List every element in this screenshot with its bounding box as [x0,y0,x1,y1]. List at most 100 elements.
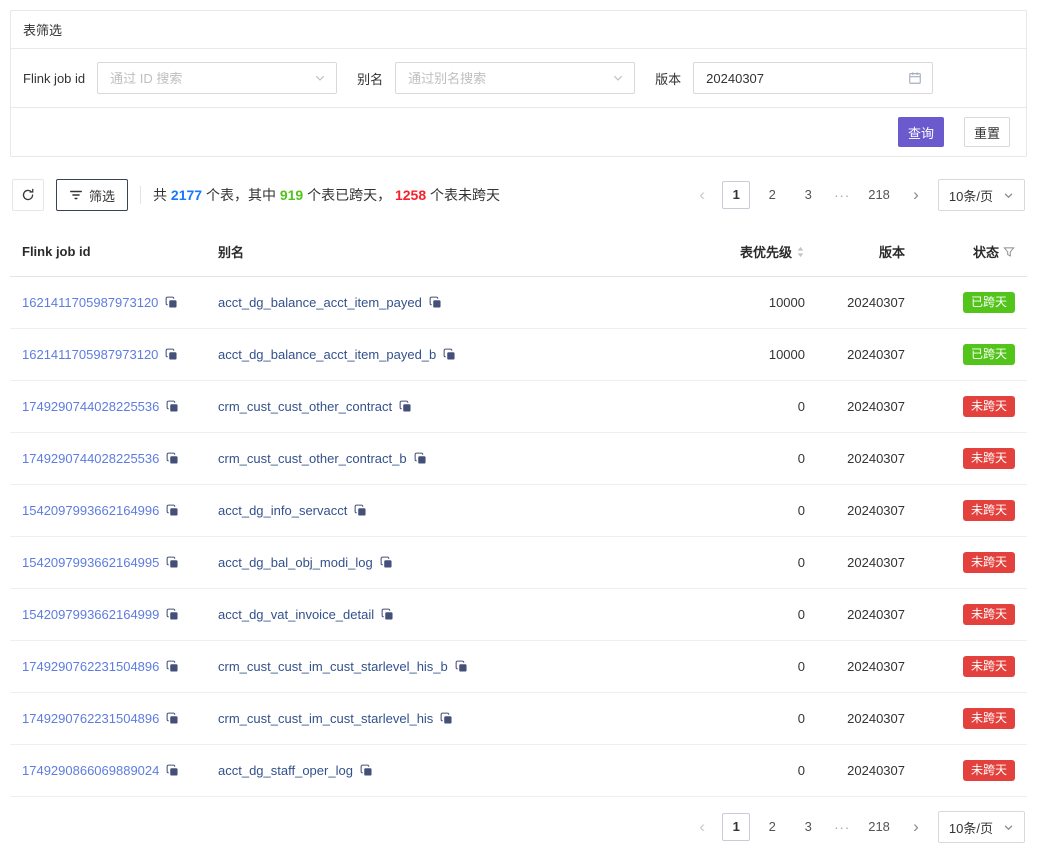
page-size-select[interactable]: 10条/页 [938,179,1025,211]
table-body: 1621411705987973120 acct_dg_balance_acct… [10,277,1027,797]
filter-toggle-button[interactable]: 筛选 [56,179,128,211]
copy-icon[interactable] [166,452,179,465]
flink-job-id-link[interactable]: 1542097993662164995 [22,555,159,570]
filter-actions: 查询 重置 [11,108,1026,156]
status-badge: 未跨天 [963,396,1015,417]
priority-cell: 10000 [707,329,817,381]
alias-link[interactable]: crm_cust_cust_other_contract [218,399,392,414]
copy-icon[interactable] [443,348,456,361]
alias-link[interactable]: crm_cust_cust_im_cust_starlevel_his [218,711,433,726]
pagination-page-3[interactable]: 3 [794,181,822,209]
status-badge: 已跨天 [963,344,1015,365]
summary-text: 共 2177 个表，其中 919 个表已跨天， 1258 个表未跨天 [153,185,500,205]
table-row: 1621411705987973120 acct_dg_balance_acct… [10,329,1027,381]
flink-job-id-link[interactable]: 1749290866069889024 [22,763,159,778]
table-row: 1621411705987973120 acct_dg_balance_acct… [10,277,1027,329]
version-cell: 20240307 [817,641,917,693]
copy-icon[interactable] [440,712,453,725]
pagination-page-2[interactable]: 2 [758,813,786,841]
crossed-count: 919 [280,187,303,203]
copy-icon[interactable] [414,452,427,465]
flink-job-id-link[interactable]: 1621411705987973120 [22,347,158,362]
total-count: 2177 [171,187,202,203]
alias-link[interactable]: acct_dg_balance_acct_item_payed_b [218,347,436,362]
alias-select[interactable] [395,62,635,94]
copy-icon[interactable] [166,400,179,413]
alias-link[interactable]: acct_dg_balance_acct_item_payed [218,295,422,310]
version-cell: 20240307 [817,537,917,589]
query-button[interactable]: 查询 [898,117,944,147]
priority-cell: 0 [707,641,817,693]
column-header-priority[interactable]: 表优先级 [707,227,817,277]
pagination-pages: 123 ··· 218 [722,181,896,209]
pagination-pages: 123 ··· 218 [722,813,896,841]
copy-icon[interactable] [166,660,179,673]
sort-icon[interactable] [796,245,805,259]
status-badge: 未跨天 [963,604,1015,625]
alias-link[interactable]: crm_cust_cust_im_cust_starlevel_his_b [218,659,448,674]
filter-card-title: 表筛选 [11,11,1026,49]
copy-icon[interactable] [166,504,179,517]
copy-icon[interactable] [166,764,179,777]
version-date-input[interactable] [704,70,908,87]
copy-icon[interactable] [166,712,179,725]
copy-icon[interactable] [166,556,179,569]
flink-job-id-link[interactable]: 1621411705987973120 [22,295,158,310]
pagination-page-3[interactable]: 3 [794,813,822,841]
funnel-filter-icon[interactable] [1003,246,1015,258]
prev-page-icon[interactable]: ‹ [690,813,714,841]
chevron-down-icon [1003,822,1014,833]
version-date-picker[interactable] [693,62,933,94]
copy-icon[interactable] [166,608,179,621]
column-header-flink-job-id: Flink job id [10,227,206,277]
copy-icon[interactable] [360,764,373,777]
priority-cell: 0 [707,485,817,537]
copy-icon[interactable] [165,296,178,309]
table-row: 1542097993662164996 acct_dg_info_servacc… [10,485,1027,537]
flink-job-id-link[interactable]: 1542097993662164996 [22,503,159,518]
pagination-page-2[interactable]: 2 [758,181,786,209]
copy-icon[interactable] [381,608,394,621]
pagination-page-1[interactable]: 1 [722,813,750,841]
column-header-status[interactable]: 状态 [917,227,1027,277]
flink-job-id-link[interactable]: 1749290762231504896 [22,711,159,726]
page-size-select[interactable]: 10条/页 [938,811,1025,843]
copy-icon[interactable] [354,504,367,517]
alias-link[interactable]: acct_dg_vat_invoice_detail [218,607,374,622]
flink-job-id-select[interactable] [97,62,337,94]
pagination-page-218[interactable]: 218 [862,181,896,209]
flink-job-id-link[interactable]: 1749290744028225536 [22,451,159,466]
table-header-row: Flink job id 别名 表优先级 版本 状态 [10,227,1027,277]
copy-icon[interactable] [165,348,178,361]
reset-button[interactable]: 重置 [964,117,1010,147]
copy-icon[interactable] [455,660,468,673]
copy-icon[interactable] [429,296,442,309]
filter-lines-icon [69,188,83,202]
flink-job-id-link[interactable]: 1749290762231504896 [22,659,159,674]
flink-job-id-link[interactable]: 1542097993662164999 [22,607,159,622]
flink-job-id-input[interactable] [108,70,314,87]
pagination-ellipsis[interactable]: ··· [830,188,854,203]
filter-group-flink-job-id: Flink job id [23,62,337,94]
copy-icon[interactable] [399,400,412,413]
prev-page-icon[interactable]: ‹ [690,181,714,209]
next-page-icon[interactable]: › [904,813,928,841]
alias-link[interactable]: acct_dg_bal_obj_modi_log [218,555,373,570]
chevron-down-icon [1003,190,1014,201]
alias-link[interactable]: crm_cust_cust_other_contract_b [218,451,407,466]
results-table: Flink job id 别名 表优先级 版本 状态 [10,227,1027,797]
refresh-button[interactable] [12,179,44,211]
alias-link[interactable]: acct_dg_staff_oper_log [218,763,353,778]
version-cell: 20240307 [817,745,917,797]
alias-input[interactable] [406,70,612,87]
flink-job-id-link[interactable]: 1749290744028225536 [22,399,159,414]
next-page-icon[interactable]: › [904,181,928,209]
status-badge: 未跨天 [963,500,1015,521]
priority-cell: 10000 [707,277,817,329]
filter-row: Flink job id 别名 版本 [11,49,1026,108]
pagination-ellipsis[interactable]: ··· [830,820,854,835]
alias-link[interactable]: acct_dg_info_servacct [218,503,347,518]
copy-icon[interactable] [380,556,393,569]
pagination-page-1[interactable]: 1 [722,181,750,209]
pagination-page-218[interactable]: 218 [862,813,896,841]
